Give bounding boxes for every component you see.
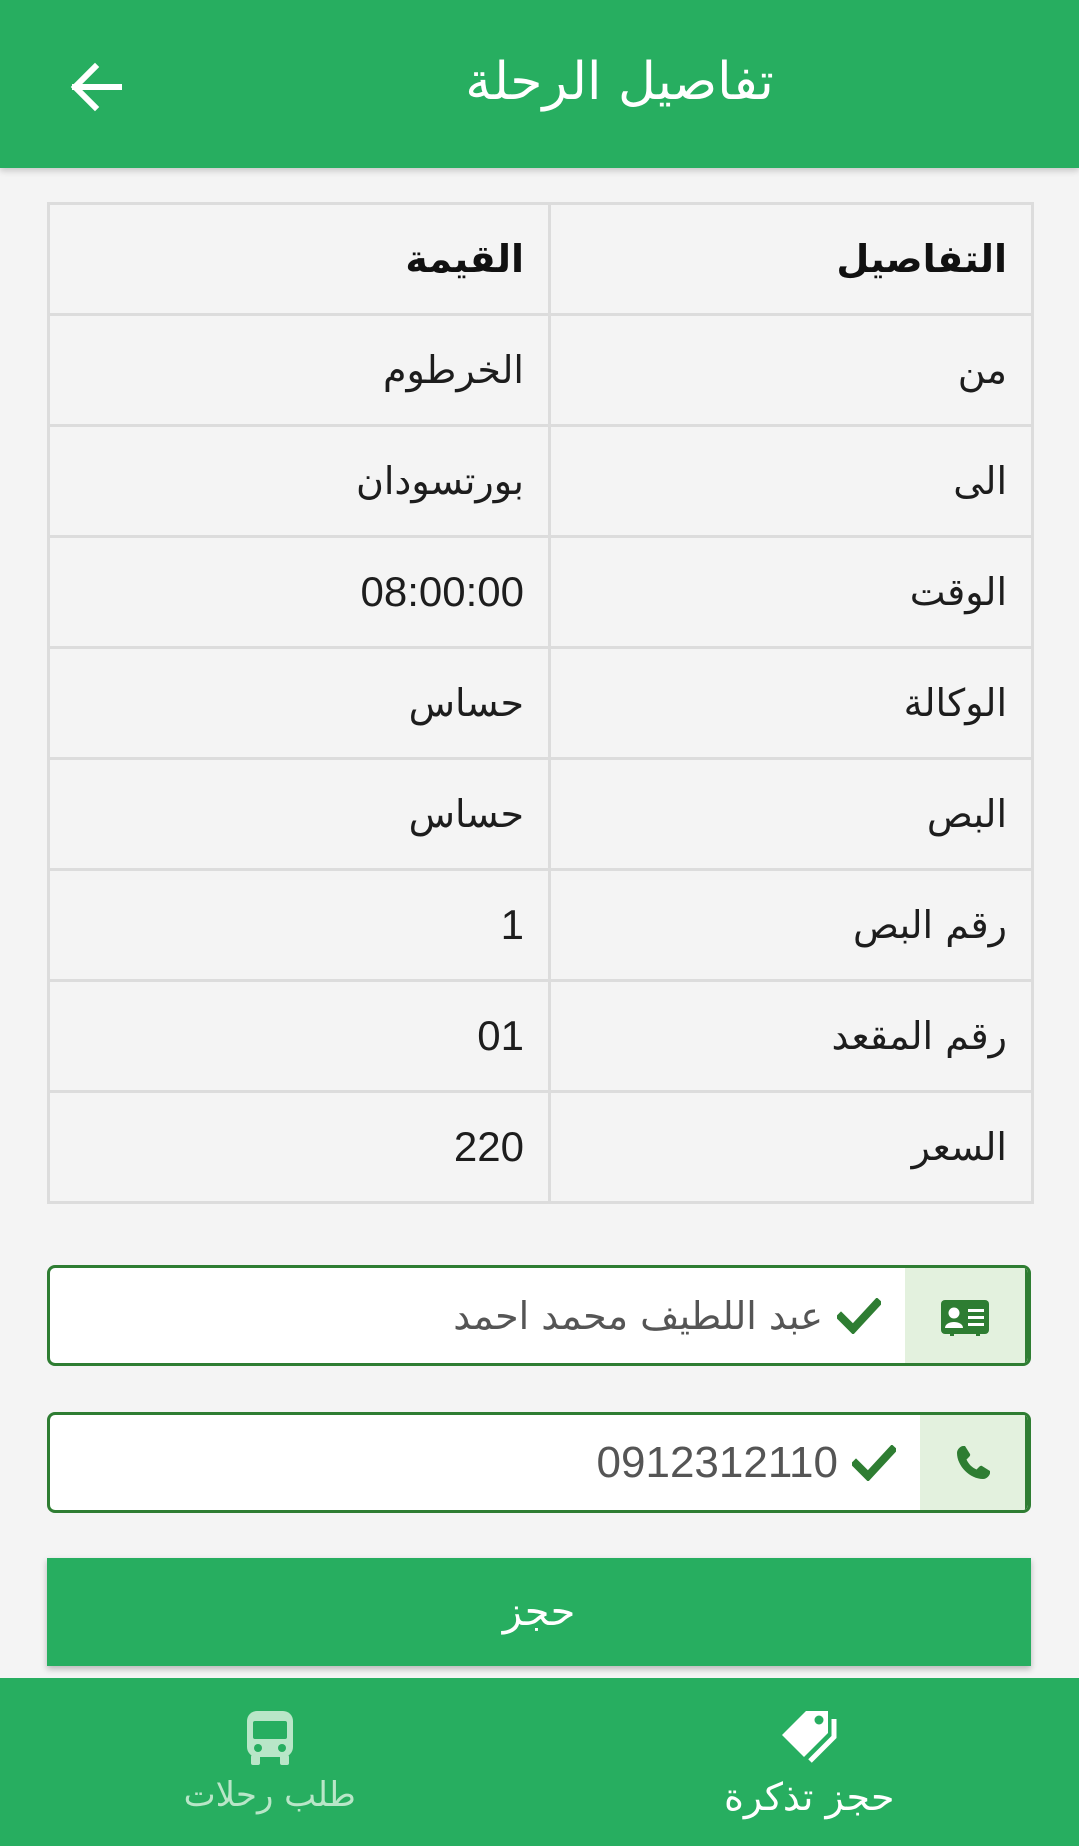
row-key: رقم البص <box>548 868 1034 982</box>
phone-icon <box>956 1445 990 1479</box>
column-header-details: التفاصيل <box>548 202 1034 316</box>
row-key: الوقت <box>548 535 1034 649</box>
row-key: السعر <box>548 1090 1034 1204</box>
phone-field[interactable]: 0912312110 <box>50 1415 920 1510</box>
table-header-row: التفاصيل القيمة <box>47 202 1034 316</box>
row-value: بورتسودان <box>47 424 551 538</box>
nav-item-request-trips[interactable]: طلب رحلات <box>0 1678 540 1846</box>
bus-icon <box>246 1711 293 1765</box>
table-row: الوكالة حساس <box>47 646 1034 760</box>
phone-field-group: 0912312110 <box>47 1412 1031 1513</box>
row-key: الى <box>548 424 1034 538</box>
name-value: عبد اللطيف محمد احمد <box>453 1293 823 1338</box>
row-value: 01 <box>47 979 551 1093</box>
nav-item-book-ticket[interactable]: حجز تذكرة <box>540 1678 1079 1846</box>
page-title: تفاصيل الرحلة <box>465 52 774 112</box>
table-row: من الخرطوم <box>47 313 1034 427</box>
book-button[interactable]: حجز <box>47 1558 1031 1666</box>
row-key: البص <box>548 757 1034 871</box>
check-icon <box>852 1444 896 1481</box>
tag-icon <box>782 1711 837 1763</box>
table-row: الى بورتسودان <box>47 424 1034 538</box>
row-key: الوكالة <box>548 646 1034 760</box>
nav-label-book-ticket: حجز تذكرة <box>723 1775 895 1819</box>
column-header-value: القيمة <box>47 202 551 316</box>
id-card-icon-addon <box>905 1268 1028 1363</box>
id-card-icon <box>941 1299 989 1336</box>
table-row: رقم البص 1 <box>47 868 1034 982</box>
table-row: البص حساس <box>47 757 1034 871</box>
row-value: 220 <box>47 1090 551 1204</box>
bottom-navigation: طلب رحلات حجز تذكرة <box>0 1678 1079 1846</box>
phone-value: 0912312110 <box>596 1437 838 1487</box>
table-row: السعر 220 <box>47 1090 1034 1204</box>
check-icon <box>837 1297 881 1334</box>
row-value: 08:00:00 <box>47 535 551 649</box>
app-root: تفاصيل الرحلة التفاصيل القيمة من الخرطوم… <box>0 0 1079 1846</box>
row-key: من <box>548 313 1034 427</box>
row-value: حساس <box>47 646 551 760</box>
table-row: الوقت 08:00:00 <box>47 535 1034 649</box>
phone-icon-addon <box>920 1415 1028 1510</box>
name-field-group: عبد اللطيف محمد احمد <box>47 1265 1031 1366</box>
app-header: تفاصيل الرحلة <box>0 0 1079 168</box>
row-value: الخرطوم <box>47 313 551 427</box>
name-field[interactable]: عبد اللطيف محمد احمد <box>50 1268 905 1363</box>
row-key: رقم المقعد <box>548 979 1034 1093</box>
row-value: حساس <box>47 757 551 871</box>
nav-label-request-trips: طلب رحلات <box>183 1775 356 1815</box>
table-row: رقم المقعد 01 <box>47 979 1034 1093</box>
trip-details-table: التفاصيل القيمة من الخرطوم الى بورتسودان… <box>47 202 1034 1204</box>
row-value: 1 <box>47 868 551 982</box>
